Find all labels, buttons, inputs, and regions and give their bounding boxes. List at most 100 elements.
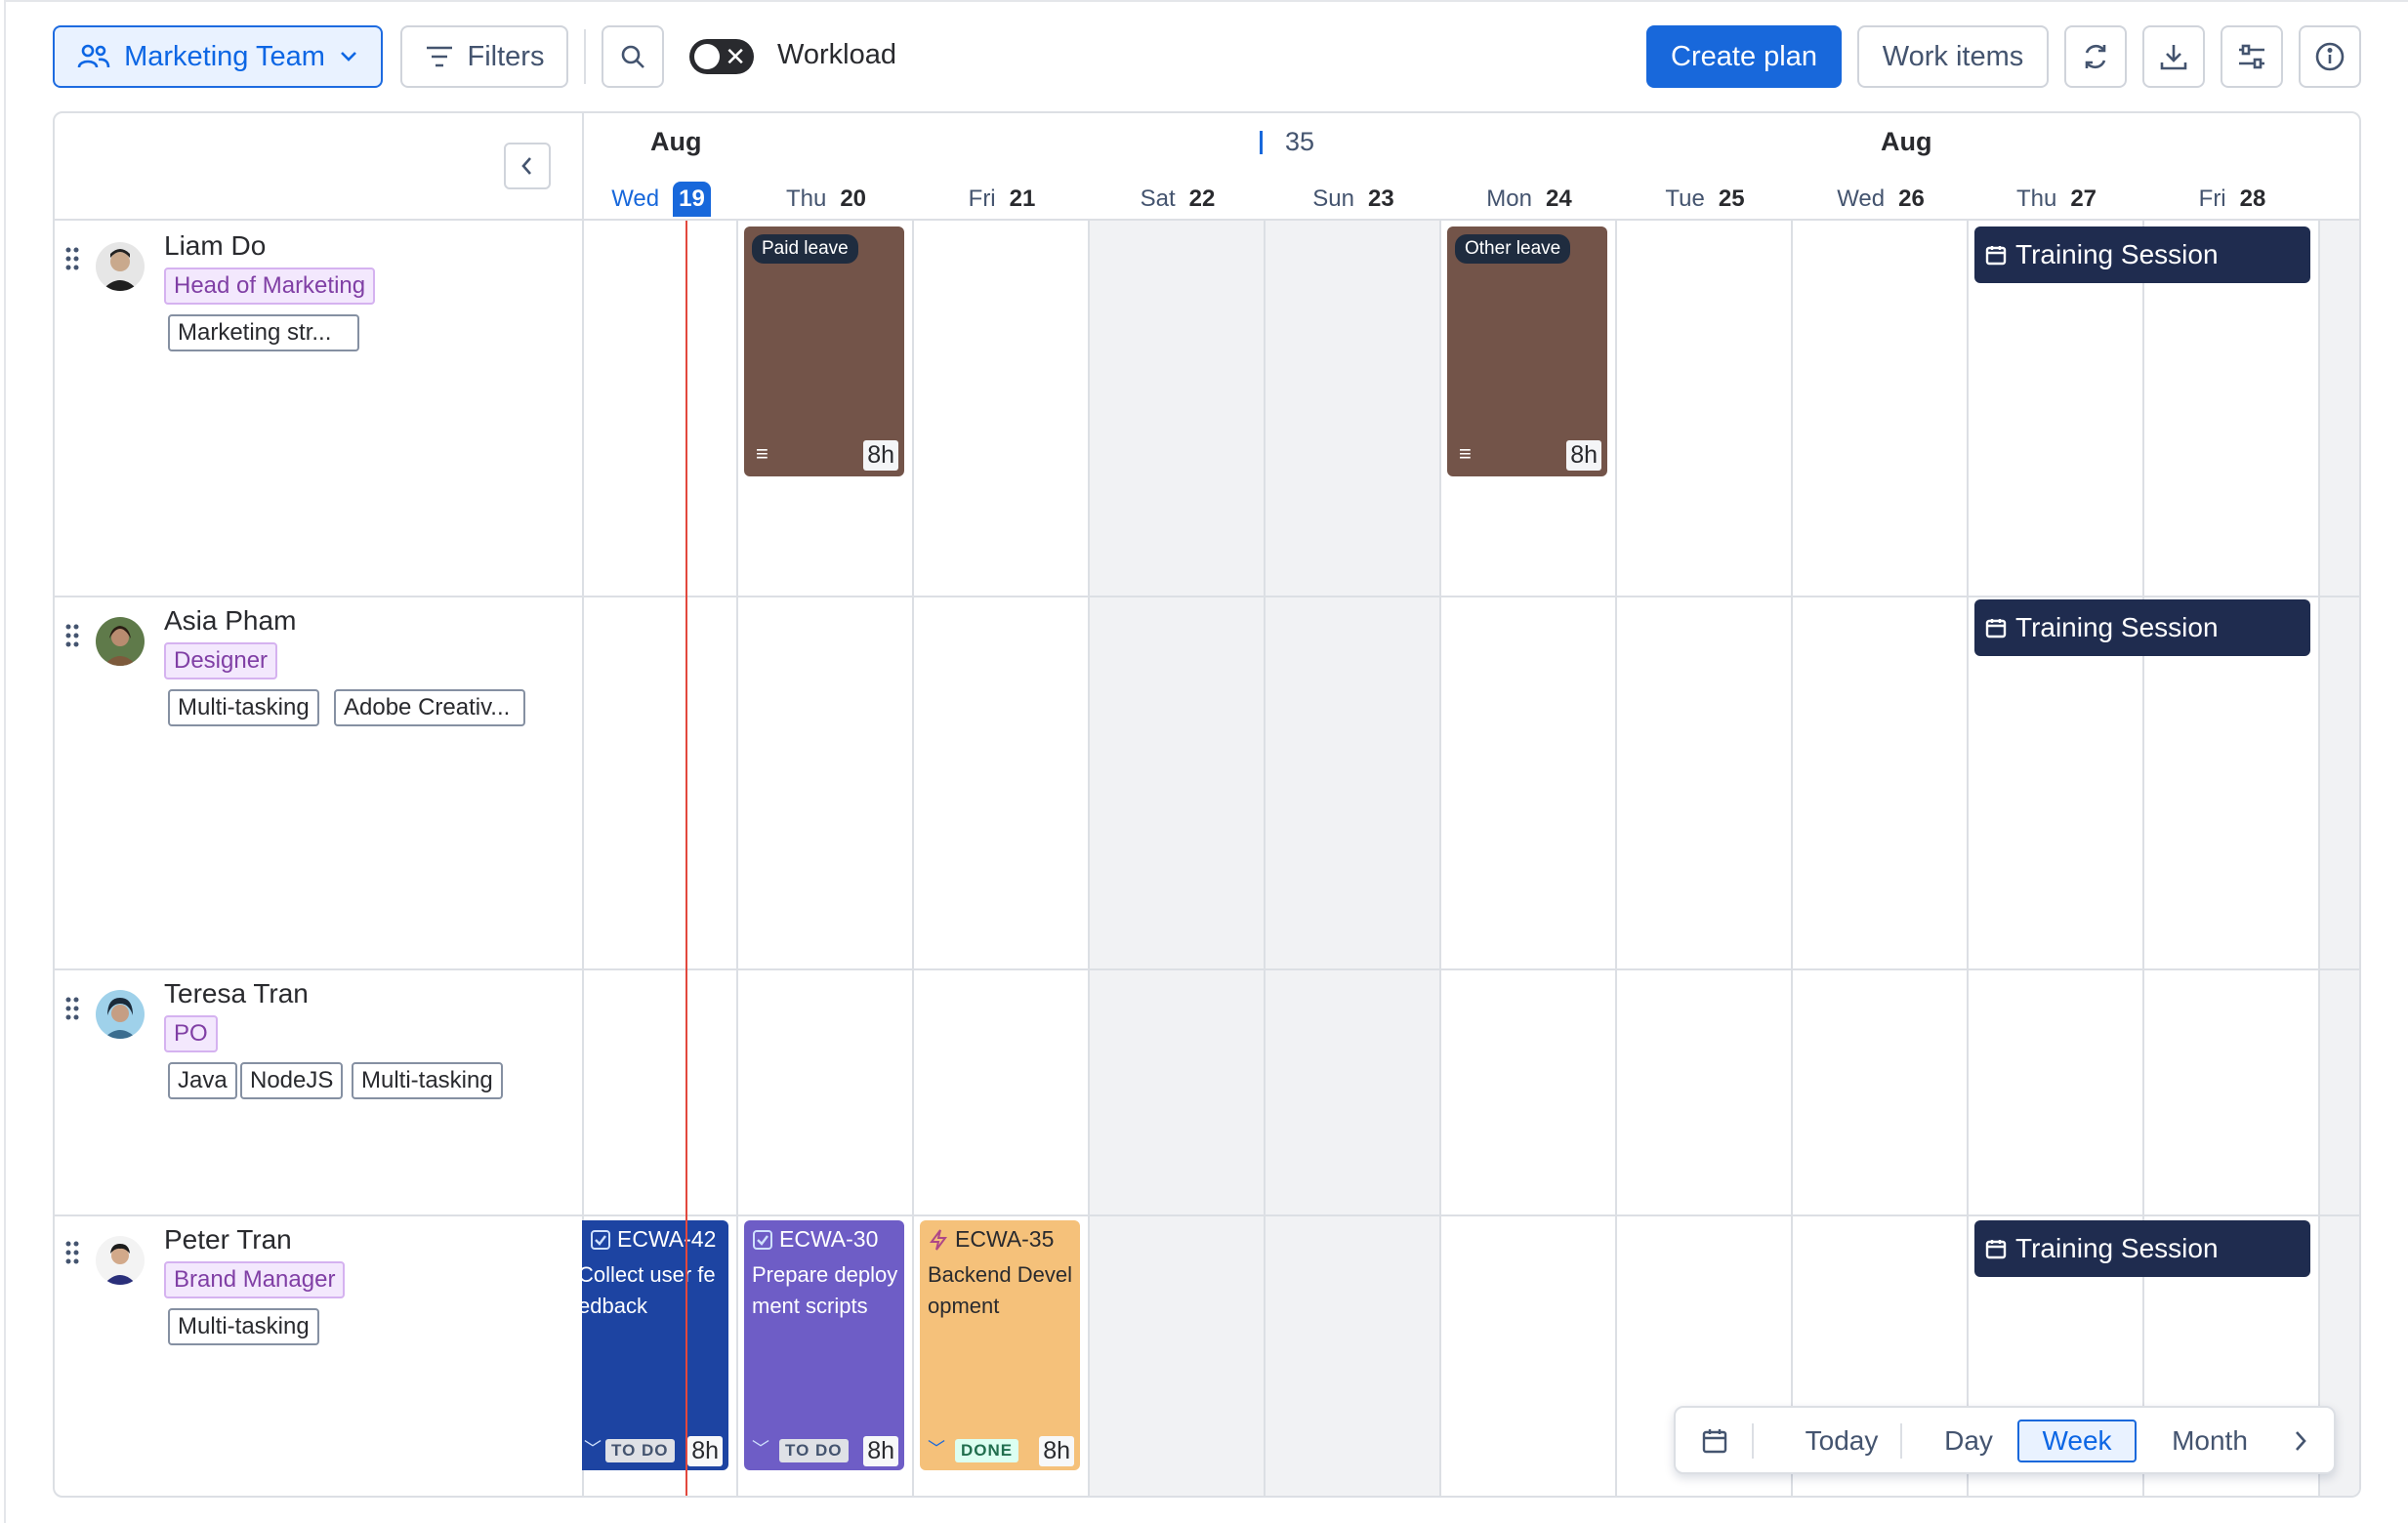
week-view-button[interactable]: Week [2017, 1420, 2137, 1462]
day-date: 20 [840, 185, 867, 212]
close-icon: ✕ [725, 42, 746, 71]
training-session-event[interactable]: Training Session [1974, 599, 2310, 656]
task-key-label: ECWA-30 [779, 1226, 879, 1252]
task-title: Prepare deployment scripts [752, 1262, 898, 1318]
week-marker [1260, 131, 1263, 154]
leave-block[interactable]: Other leave ≡ 8h [1447, 226, 1607, 476]
hours-label: 8h [1566, 440, 1601, 471]
toolbar-divider [584, 29, 586, 84]
training-session-event[interactable]: Training Session [1974, 226, 2310, 283]
weekend-column [1090, 221, 1266, 1496]
day-date: 28 [2239, 185, 2266, 212]
day-header: Mon 24 [1441, 180, 1617, 219]
weekend-column [2320, 221, 2359, 1496]
role-badge: Designer [164, 642, 278, 679]
day-name: Wed [1837, 185, 1886, 212]
collapse-panel-button[interactable] [504, 143, 551, 189]
day-date: 23 [1368, 185, 1394, 212]
skill-tag: Java [168, 1062, 237, 1099]
refresh-button[interactable] [2064, 25, 2127, 88]
status-badge: TO DO [779, 1439, 849, 1462]
day-column [1969, 221, 2144, 1496]
task-key: ECWA-30 [752, 1226, 878, 1253]
calendar-icon [1985, 619, 2007, 638]
refresh-icon [2085, 44, 2106, 69]
day-name: Thu [785, 185, 827, 212]
settings-button[interactable] [2221, 25, 2283, 88]
month-view-button[interactable]: Month [2146, 1420, 2273, 1462]
day-header: Sun 23 [1266, 180, 1441, 219]
avatar [96, 990, 145, 1039]
task-key: ECWA-42 [590, 1226, 716, 1253]
day-date: 24 [1545, 185, 1572, 212]
resource-timeline: Aug 35 Aug Wed 19 Thu 20 Fri 21 Sat 22 S… [53, 111, 2361, 1498]
checkbox-icon [753, 1229, 772, 1250]
chevron-down-icon: ﹀ [752, 1439, 769, 1459]
drag-handle-icon[interactable] [64, 623, 80, 648]
toolbar: Marketing Team Filters ✕ Workload Create… [0, 0, 2408, 111]
team-selector-label: Marketing Team [124, 40, 325, 72]
task-title: Collect user feedback [582, 1262, 716, 1318]
download-button[interactable] [2142, 25, 2205, 88]
day-view-button[interactable]: Day [1920, 1420, 2017, 1462]
month-label: Aug [650, 127, 702, 156]
person-row[interactable]: Peter Tran Brand Manager Multi-tasking [55, 1216, 582, 1496]
task-card[interactable]: ECWA-42 Collect user feedback ﹀ TO DO 8h [582, 1220, 728, 1470]
skill-tag: Multi-tasking [352, 1062, 503, 1099]
training-session-event[interactable]: Training Session [1974, 1220, 2310, 1277]
today-button[interactable]: Today [1773, 1420, 1910, 1462]
person-row[interactable]: Liam Do Head of Marketing Marketing str.… [55, 221, 582, 596]
day-name: Wed [611, 185, 660, 212]
work-items-button[interactable]: Work items [1857, 25, 2049, 88]
person-row[interactable]: Teresa Tran PO Java NodeJS Multi-tasking [55, 970, 582, 1214]
hours-label: 8h [863, 1436, 898, 1466]
today-indicator-line [685, 221, 687, 1496]
team-selector-button[interactable]: Marketing Team [53, 25, 383, 88]
info-button[interactable] [2299, 25, 2361, 88]
skill-tag: Multi-tasking [168, 1308, 319, 1345]
create-plan-button[interactable]: Create plan [1646, 25, 1842, 88]
person-name: Teresa Tran [164, 978, 309, 1008]
day-header: Tue 25 [1617, 180, 1793, 219]
day-name: Sat [1140, 185, 1176, 212]
filters-button[interactable]: Filters [400, 25, 568, 88]
day-column [2144, 221, 2320, 1496]
day-date: 21 [1009, 185, 1036, 212]
sliders-icon [2239, 44, 2264, 69]
day-date: 25 [1718, 185, 1745, 212]
drag-handle-icon[interactable] [64, 996, 80, 1021]
leave-type-badge: Other leave [1455, 234, 1571, 264]
skill-tag: Adobe Creativ... [334, 689, 525, 726]
search-button[interactable] [602, 25, 664, 88]
chevron-down-icon: ﹀ [584, 1439, 602, 1459]
calendar-icon [1702, 1429, 1727, 1454]
drag-handle-icon[interactable] [64, 1240, 80, 1265]
nav-divider [1752, 1423, 1754, 1459]
leave-block[interactable]: Paid leave ≡ 8h [744, 226, 904, 476]
role-badge: PO [164, 1015, 218, 1052]
toggle-knob [694, 44, 720, 69]
drag-handle-icon[interactable] [64, 246, 80, 271]
calendar-button[interactable] [1695, 1420, 1734, 1462]
next-button[interactable] [2281, 1420, 2320, 1462]
avatar [96, 1236, 145, 1285]
task-card[interactable]: ECWA-35 Backend Development ﹀ DONE 8h [920, 1220, 1080, 1470]
workload-toggle[interactable]: ✕ [689, 39, 754, 74]
task-card[interactable]: ECWA-30 Prepare deployment scripts ﹀ TO … [744, 1220, 904, 1470]
role-badge: Brand Manager [164, 1261, 346, 1298]
day-header: Wed 26 [1793, 180, 1969, 219]
nav-divider [1900, 1423, 1902, 1459]
skill-tag: Multi-tasking [168, 689, 319, 726]
day-header: Sat 22 [1090, 180, 1266, 219]
day-header: Thu 20 [738, 180, 914, 219]
hours-label: 8h [863, 440, 898, 471]
filters-label: Filters [467, 40, 545, 72]
person-row[interactable]: Asia Pham Designer Multi-tasking Adobe C… [55, 597, 582, 968]
day-name: Sun [1312, 185, 1354, 212]
checkbox-icon [591, 1229, 610, 1250]
day-header: Thu 27 [1969, 180, 2144, 219]
status-badge: TO DO [605, 1439, 675, 1462]
task-key-label: ECWA-35 [955, 1226, 1055, 1252]
avatar [96, 617, 145, 666]
day-name: Fri [968, 185, 996, 212]
